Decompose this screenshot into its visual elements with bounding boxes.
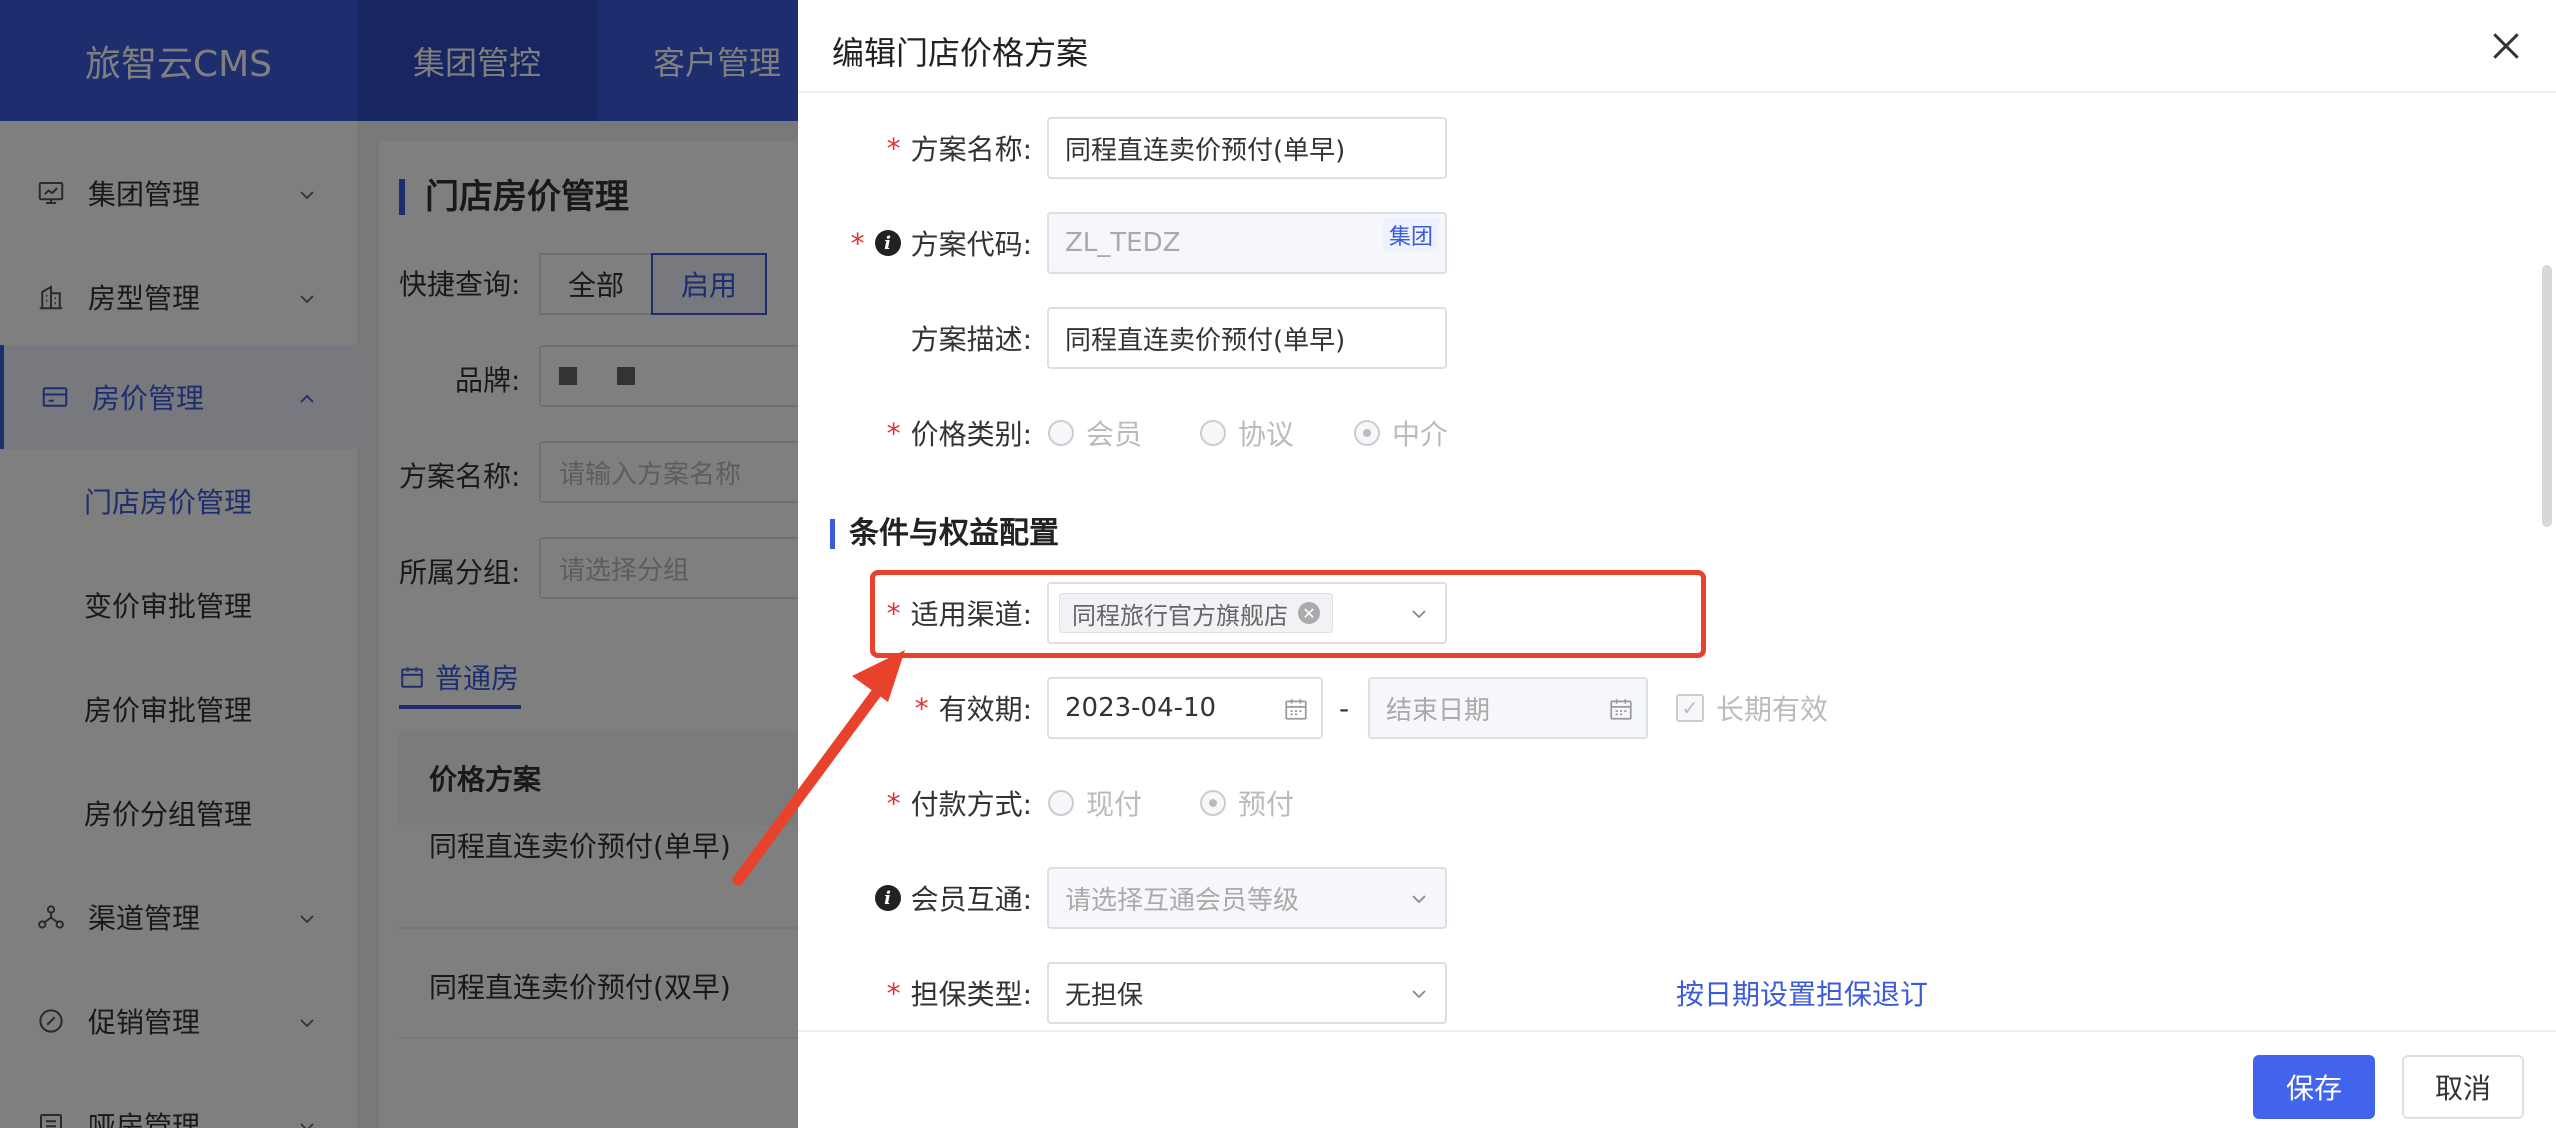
plan-code-input: ZL_TEDZ 集团	[1047, 212, 1447, 274]
payment-label: * 付款方式:	[886, 786, 1032, 822]
plan-name-input[interactable]: 同程直连卖价预付(单早)	[1047, 117, 1447, 179]
checkmark-icon: ✓	[1676, 694, 1704, 722]
group-tag: 集团	[1382, 218, 1439, 252]
plan-code-label: * i 方案代码:	[850, 226, 1032, 262]
required-mark: *	[886, 131, 901, 165]
radio-agreement[interactable]: 协议	[1200, 402, 1294, 464]
radio-member[interactable]: 会员	[1048, 402, 1142, 464]
annotation-highlight-box	[870, 570, 1706, 658]
edit-plan-drawer: 编辑门店价格方案 * 方案名称: 同程直连卖价预付(单早) * i 方案代码: …	[798, 0, 2556, 1128]
info-icon[interactable]: i	[874, 885, 901, 911]
required-mark: *	[886, 976, 901, 1010]
validity-label: * 有效期:	[914, 691, 1032, 727]
member-sync-label: i 会员互通:	[798, 867, 1032, 929]
plan-name-label: * 方案名称:	[886, 131, 1032, 167]
section-title-conditions: 条件与权益配置	[830, 519, 1059, 549]
cancel-button[interactable]: 取消	[2402, 1055, 2524, 1119]
drawer-title: 编辑门店价格方案	[832, 34, 1089, 72]
calendar-icon	[1283, 696, 1309, 722]
required-mark: *	[886, 786, 901, 820]
close-icon[interactable]	[2486, 26, 2526, 66]
radio-circle	[1048, 420, 1074, 446]
save-button[interactable]: 保存	[2253, 1055, 2375, 1119]
radio-pay-on-site[interactable]: 现付	[1048, 772, 1142, 834]
radio-circle	[1048, 790, 1074, 816]
scrollbar[interactable]	[2542, 265, 2552, 527]
date-separator: -	[1338, 691, 1350, 725]
info-icon[interactable]: i	[874, 230, 901, 256]
plan-desc-label: 方案描述:	[910, 323, 1032, 356]
guarantee-type-select[interactable]: 无担保	[1047, 962, 1447, 1024]
guarantee-label: * 担保类型:	[886, 976, 1032, 1012]
plan-desc-input[interactable]: 同程直连卖价预付(单早)	[1047, 307, 1447, 369]
required-mark: *	[886, 416, 901, 450]
price-type-label: * 价格类别:	[886, 416, 1032, 452]
required-mark: *	[914, 691, 929, 725]
radio-prepay[interactable]: 预付	[1200, 772, 1294, 834]
drawer-body: * 方案名称: 同程直连卖价预付(单早) * i 方案代码: ZL_TEDZ 集…	[798, 95, 2556, 1030]
radio-agent[interactable]: 中介	[1354, 402, 1448, 464]
guarantee-by-date-link[interactable]: 按日期设置担保退订	[1676, 962, 1928, 1024]
chevron-down-icon	[1407, 982, 1431, 1006]
chevron-down-icon	[1407, 887, 1431, 911]
calendar-icon	[1608, 696, 1634, 722]
member-level-select: 请选择互通会员等级	[1047, 867, 1447, 929]
radio-circle-checked	[1354, 420, 1380, 446]
drawer-footer: 保存 取消	[798, 1030, 2556, 1128]
drawer-header: 编辑门店价格方案	[798, 0, 2556, 93]
radio-circle	[1200, 420, 1226, 446]
radio-circle-checked	[1200, 790, 1226, 816]
end-date-input: 结束日期	[1368, 677, 1648, 739]
start-date-input[interactable]: 2023-04-10	[1047, 677, 1323, 739]
long-term-checkbox[interactable]: ✓ 长期有效	[1676, 677, 1828, 739]
required-mark: *	[850, 226, 865, 260]
